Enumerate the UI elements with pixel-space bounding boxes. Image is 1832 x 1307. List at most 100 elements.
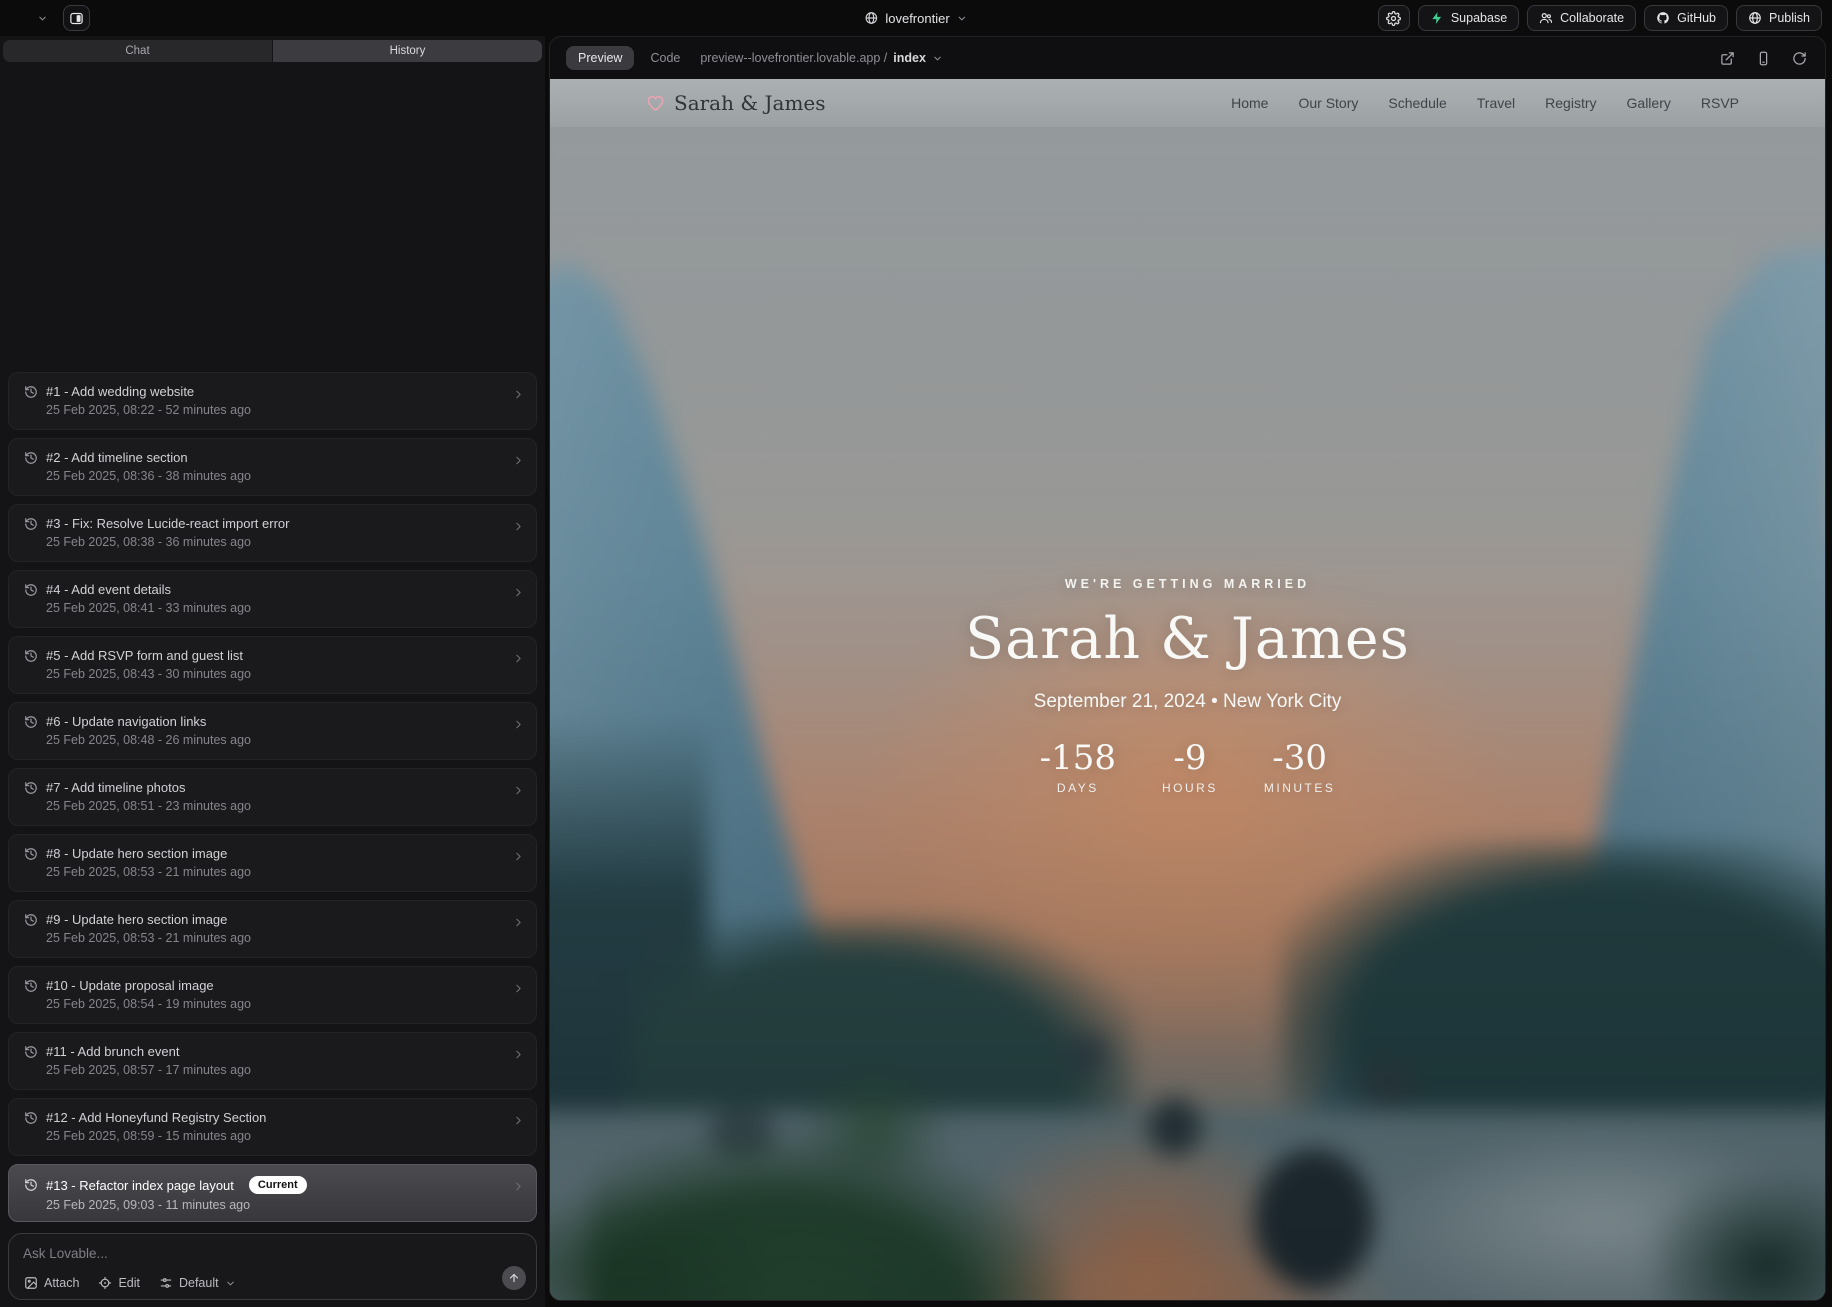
- arrow-up-icon: [508, 1272, 520, 1284]
- hero-title: Sarah & James: [550, 606, 1825, 672]
- history-item-title: #4 - Add event details: [46, 582, 171, 597]
- tab-code[interactable]: Code: [650, 51, 680, 65]
- lovable-logo-heart-icon[interactable]: [10, 9, 30, 27]
- history-item-1[interactable]: #1 - Add wedding website 25 Feb 2025, 08…: [8, 372, 537, 430]
- history-item-timestamp: 25 Feb 2025, 08:53 - 21 minutes ago: [46, 865, 506, 879]
- attach-image-icon: [24, 1276, 38, 1290]
- history-icon: [24, 583, 38, 597]
- supabase-label: Supabase: [1451, 11, 1507, 25]
- mode-select[interactable]: Default: [159, 1276, 236, 1290]
- history-item-timestamp: 25 Feb 2025, 08:57 - 17 minutes ago: [46, 1063, 506, 1077]
- history-item-timestamp: 25 Feb 2025, 08:59 - 15 minutes ago: [46, 1129, 506, 1143]
- history-icon: [24, 913, 38, 927]
- history-item-4[interactable]: #4 - Add event details 25 Feb 2025, 08:4…: [8, 570, 537, 628]
- countdown-minutes-value: -30: [1264, 738, 1336, 778]
- tab-preview[interactable]: Preview: [566, 46, 634, 70]
- chevron-right-icon: [512, 520, 525, 533]
- nav-link-home[interactable]: Home: [1231, 95, 1268, 111]
- project-switcher[interactable]: lovefrontier: [864, 0, 967, 36]
- history-icon: [24, 649, 38, 663]
- nav-link-our-story[interactable]: Our Story: [1298, 95, 1358, 111]
- history-item-timestamp: 25 Feb 2025, 08:22 - 52 minutes ago: [46, 403, 506, 417]
- collaborate-label: Collaborate: [1560, 11, 1624, 25]
- globe-icon: [864, 11, 878, 25]
- history-item-timestamp: 25 Feb 2025, 08:41 - 33 minutes ago: [46, 601, 506, 615]
- chevron-down-icon: [225, 1278, 236, 1289]
- top-bar: lovefrontier Supabase Collaborate GitHub…: [0, 0, 1832, 36]
- workspace-chevron-down-icon[interactable]: [37, 13, 48, 24]
- history-item-title: #8 - Update hero section image: [46, 846, 227, 861]
- attach-button[interactable]: Attach: [24, 1276, 79, 1290]
- history-item-title: #10 - Update proposal image: [46, 978, 214, 993]
- collaborate-icon: [1539, 11, 1553, 25]
- history-icon: [24, 979, 38, 993]
- history-item-6[interactable]: #6 - Update navigation links 25 Feb 2025…: [8, 702, 537, 760]
- history-item-timestamp: 25 Feb 2025, 09:03 - 11 minutes ago: [46, 1198, 506, 1212]
- sidebar-tabs: Chat History: [3, 40, 542, 62]
- refresh-icon[interactable]: [1792, 51, 1807, 66]
- nav-link-rsvp[interactable]: RSVP: [1701, 95, 1739, 111]
- chevron-right-icon: [512, 388, 525, 401]
- countdown: -158 DAYS -9 HOURS -30 MINUTES: [550, 738, 1825, 795]
- history-item-timestamp: 25 Feb 2025, 08:43 - 30 minutes ago: [46, 667, 506, 681]
- publish-button[interactable]: Publish: [1736, 5, 1822, 31]
- settings-button[interactable]: [1378, 5, 1410, 31]
- nav-link-registry[interactable]: Registry: [1545, 95, 1596, 111]
- history-item-7[interactable]: #7 - Add timeline photos 25 Feb 2025, 08…: [8, 768, 537, 826]
- collaborate-button[interactable]: Collaborate: [1527, 5, 1636, 31]
- history-icon: [24, 1111, 38, 1125]
- ask-lovable-input[interactable]: [23, 1246, 522, 1261]
- history-icon: [24, 517, 38, 531]
- edit-button[interactable]: Edit: [98, 1276, 140, 1290]
- preview-url-selector[interactable]: preview--lovefrontier.lovable.app / inde…: [700, 51, 943, 65]
- chat-composer: Attach Edit Default: [8, 1233, 537, 1300]
- publish-globe-icon: [1748, 11, 1762, 25]
- history-item-title: #11 - Add brunch event: [46, 1044, 179, 1059]
- preview-toolbar: Preview Code preview--lovefrontier.lovab…: [550, 37, 1825, 79]
- countdown-days: -158 DAYS: [1040, 738, 1116, 795]
- history-item-8[interactable]: #8 - Update hero section image 25 Feb 20…: [8, 834, 537, 892]
- tab-history[interactable]: History: [273, 40, 542, 62]
- history-item-title: #12 - Add Honeyfund Registry Section: [46, 1110, 266, 1125]
- sliders-icon: [159, 1276, 173, 1290]
- nav-link-schedule[interactable]: Schedule: [1388, 95, 1446, 111]
- history-item-title: #9 - Update hero section image: [46, 912, 227, 927]
- history-item-11[interactable]: #11 - Add brunch event 25 Feb 2025, 08:5…: [8, 1032, 537, 1090]
- tab-chat[interactable]: Chat: [3, 40, 272, 62]
- history-item-9[interactable]: #9 - Update hero section image 25 Feb 20…: [8, 900, 537, 958]
- mobile-view-icon[interactable]: [1756, 51, 1771, 66]
- hero-eyebrow: WE'RE GETTING MARRIED: [550, 577, 1825, 591]
- github-button[interactable]: GitHub: [1644, 5, 1728, 31]
- open-external-icon[interactable]: [1720, 51, 1735, 66]
- supabase-button[interactable]: Supabase: [1418, 5, 1519, 31]
- history-item-13-current[interactable]: #13 - Refactor index page layout Current…: [8, 1164, 537, 1222]
- history-icon: [24, 847, 38, 861]
- history-item-5[interactable]: #5 - Add RSVP form and guest list 25 Feb…: [8, 636, 537, 694]
- attach-label: Attach: [44, 1276, 79, 1290]
- history-item-timestamp: 25 Feb 2025, 08:51 - 23 minutes ago: [46, 799, 506, 813]
- history-item-2[interactable]: #2 - Add timeline section 25 Feb 2025, 0…: [8, 438, 537, 496]
- toggle-sidebar-button[interactable]: [63, 5, 90, 31]
- history-item-title: #5 - Add RSVP form and guest list: [46, 648, 243, 663]
- history-item-timestamp: 25 Feb 2025, 08:53 - 21 minutes ago: [46, 931, 506, 945]
- site-brand[interactable]: Sarah & James: [646, 91, 826, 115]
- history-item-title: #6 - Update navigation links: [46, 714, 206, 729]
- history-icon: [24, 715, 38, 729]
- chevron-right-icon: [512, 916, 525, 929]
- github-icon: [1656, 11, 1670, 25]
- history-item-3[interactable]: #3 - Fix: Resolve Lucide-react import er…: [8, 504, 537, 562]
- history-item-10[interactable]: #10 - Update proposal image 25 Feb 2025,…: [8, 966, 537, 1024]
- nav-link-gallery[interactable]: Gallery: [1627, 95, 1671, 111]
- countdown-hours-value: -9: [1162, 738, 1218, 778]
- history-item-12[interactable]: #12 - Add Honeyfund Registry Section 25 …: [8, 1098, 537, 1156]
- site-brand-name: Sarah & James: [674, 91, 826, 115]
- nav-link-travel[interactable]: Travel: [1477, 95, 1515, 111]
- chevron-right-icon: [512, 586, 525, 599]
- hero-section: WE'RE GETTING MARRIED Sarah & James Sept…: [550, 577, 1825, 795]
- chevron-right-icon: [512, 1180, 525, 1193]
- sidebar: Chat History #1 - Add wedding website 25…: [0, 36, 545, 1307]
- chevron-right-icon: [512, 1048, 525, 1061]
- send-button[interactable]: [502, 1266, 526, 1290]
- chevron-right-icon: [512, 850, 525, 863]
- countdown-minutes: -30 MINUTES: [1264, 738, 1336, 795]
